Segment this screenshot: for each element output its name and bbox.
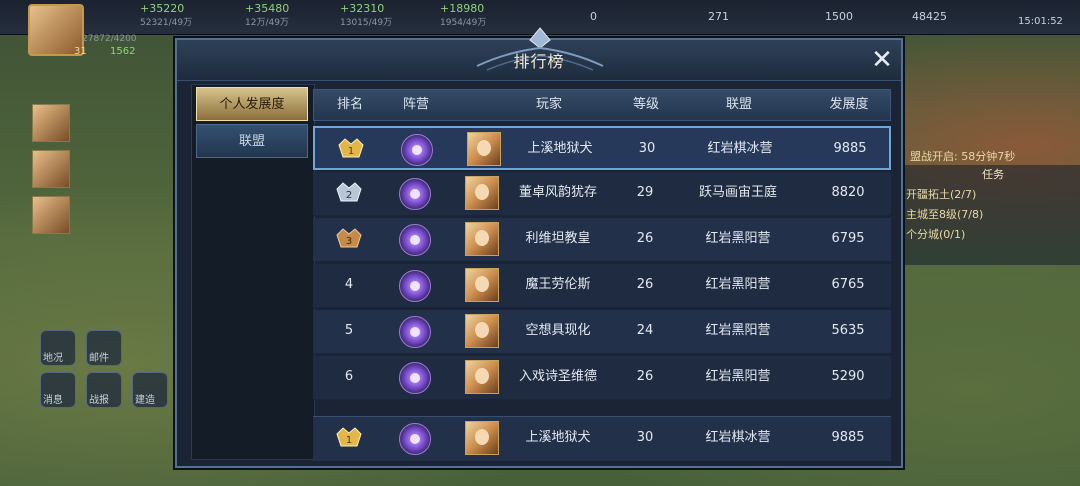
close-button[interactable]: ✕ [868,45,896,75]
resource-stone: +32310 13015/49万 [340,2,392,28]
rank-number: 6 [344,369,354,384]
player-alliance: 跃马画宙王庭 [698,185,777,200]
player-points: 1562 [110,46,136,57]
camp-icon [399,178,431,210]
mail-button[interactable]: 邮件 [86,330,122,366]
battle-report-button-label: 战报 [89,395,109,406]
player-alliance: 红岩黑阳营 [705,231,771,246]
my-rank-medal-number: 1 [346,435,352,446]
player-development: 6795 [831,231,865,246]
resource-copper: 271 [708,10,729,23]
camp-icon [399,316,431,348]
quest-title: 任务 [982,168,1004,181]
column-development: 发展度 [829,97,869,112]
rank-medal-number: 1 [348,146,354,157]
quest-panel[interactable]: 任务 开疆拓土(2/7) 主城至8级(7/8) 个分城(0/1) [900,165,1080,265]
resource-wood-gain: +35480 [245,2,290,15]
player-development: 9885 [833,141,867,156]
player-alliance: 红岩黑阳营 [705,277,771,292]
my-rank-development: 9885 [831,430,865,445]
camp-icon [399,224,431,256]
mail-button-label: 邮件 [89,353,109,364]
table-row[interactable]: 5 空想具现化 24 红岩黑阳营 5635 [313,310,891,354]
message-button[interactable]: 消息 [40,372,76,408]
close-icon: ✕ [871,45,893,75]
dialog-title: 排行榜 [513,52,565,71]
tab-alliance[interactable]: 联盟 [196,124,308,158]
camp-icon [401,134,433,166]
player-development: 6765 [831,277,865,292]
player-alliance: 红岩黑阳营 [705,369,771,384]
rank-number: 5 [344,323,354,338]
table-row[interactable]: 2 董卓风韵犹存 29 跃马画宙王庭 8820 [313,172,891,216]
resource-food: +35220 52321/49万 [140,2,192,28]
tab-personal-development[interactable]: 个人发展度 [196,87,308,121]
quest-item: 个分城(0/1) [906,228,966,241]
player-development: 5290 [831,369,865,384]
resource-iron: +18980 1954/49万 [440,2,486,28]
rank-number: 4 [344,277,354,292]
player-development: 5635 [831,323,865,338]
camp-icon [399,270,431,302]
rank-medal-number: 2 [346,190,352,201]
gold-medal-icon: 1 [336,427,362,447]
silver-medal-icon: 2 [336,182,362,202]
battle-report-button[interactable]: 战报 [86,372,122,408]
hero-slot-3[interactable] [32,196,70,234]
clock: 15:01:52 [1018,16,1063,27]
resource-stone-gain: +32310 [340,2,385,15]
build-button[interactable]: 建造 [132,372,168,408]
map-button-label: 地况 [43,353,63,364]
build-button-label: 建造 [135,395,155,406]
resource-food-gain: +35220 [140,2,185,15]
table-row[interactable]: 4 魔王劳伦斯 26 红岩黑阳营 6765 [313,264,891,308]
player-level: 31 [74,46,87,57]
column-rank: 排名 [336,97,363,112]
player-alliance: 红岩黑阳营 [705,323,771,338]
resource-stone-amount: 13015/49万 [340,18,393,28]
camp-icon [399,362,431,394]
map-button[interactable]: 地况 [40,330,76,366]
column-camp: 阵营 [402,97,429,112]
table-row[interactable]: 6 入戏诗圣维德 26 红岩黑阳营 5290 [313,356,891,400]
message-button-label: 消息 [43,395,63,406]
gold-medal-icon: 1 [338,138,364,158]
column-alliance: 联盟 [725,97,752,112]
player-alliance: 红岩棋冰营 [707,141,773,156]
resource-iron-gain: +18980 [440,2,485,15]
resource-jade: 1500 [825,10,853,23]
resource-silver: 48425 [912,10,947,23]
bronze-medal-icon: 3 [336,228,362,248]
resource-food-amount: 52321/49万 [140,18,193,28]
resource-gold: 0 [590,10,597,23]
resource-wood-amount: 12万/49万 [245,18,289,28]
resource-wood: +35480 12万/49万 [245,2,289,28]
camp-icon [399,423,431,455]
player-power: 27872/4200 [82,34,137,44]
hero-slot-1[interactable] [32,104,70,142]
my-rank-row[interactable]: 1 上溪地狱犬 30 红岩棋冰营 9885 [313,416,891,461]
quest-item: 主城至8级(7/8) [906,208,984,221]
leaderboard-dialog: 排行榜 ✕ 个人发展度 联盟 排名 阵营 玩家 等级 联盟 发展度 1 上溪地狱犬… [175,27,903,468]
alliance-war-countdown: 盟战开启: 58分钟7秒 [910,150,1016,163]
my-rank-alliance: 红岩棋冰营 [705,430,771,445]
dialog-title-bar: 排行榜 ✕ [177,27,901,81]
hero-slot-2[interactable] [32,150,70,188]
table-row[interactable]: 3 利维坦教皇 26 红岩黑阳营 6795 [313,218,891,262]
ranking-list[interactable]: 1 上溪地狱犬 30 红岩棋冰营 9885 2 董卓风韵犹存 29 跃马画宙王庭 8820 3 利维坦… [313,126,891,410]
player-development: 8820 [831,185,865,200]
rank-medal-number: 3 [346,236,352,247]
category-tabs: 个人发展度 联盟 [191,84,315,460]
quest-item: 开疆拓土(2/7) [906,188,977,201]
table-row[interactable]: 1 上溪地狱犬 30 红岩棋冰营 9885 [313,126,891,170]
table-header: 排名 阵营 玩家 等级 联盟 发展度 [313,89,891,121]
